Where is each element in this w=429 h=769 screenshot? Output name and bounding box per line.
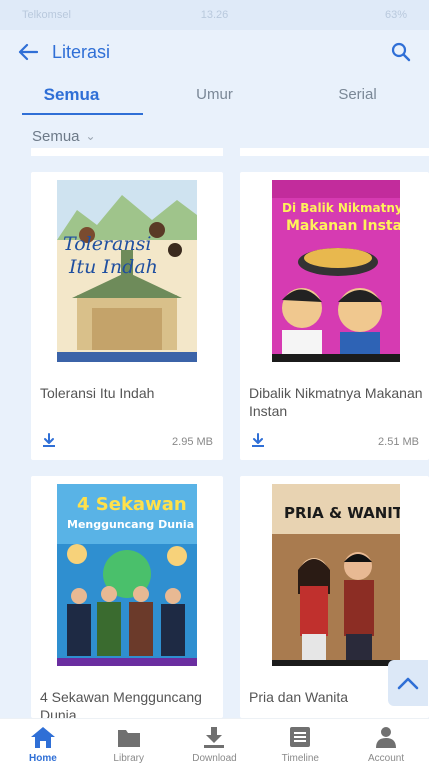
nav-label: Library — [113, 753, 144, 764]
cover-title-line: Mengguncang Dunia — [67, 518, 194, 531]
nav-label: Download — [192, 753, 237, 764]
nav-label: Home — [29, 753, 57, 764]
chevron-up-icon — [397, 677, 419, 690]
home-icon — [30, 727, 55, 748]
book-card[interactable]: Di Balik Nikmatnya Makanan Instan Dibali… — [240, 172, 429, 460]
book-card[interactable]: Toleransi Itu Indah Toleransi Itu Indah … — [31, 172, 223, 460]
card-stub — [31, 148, 223, 156]
tab-umur[interactable]: Umur — [143, 76, 286, 116]
book-cover: PRIA & WANITA — [272, 484, 400, 666]
cover-title-line: Itu Indah — [68, 256, 158, 278]
clock: 13.26 — [200, 9, 229, 21]
download-icon[interactable] — [41, 432, 57, 448]
back-button[interactable] — [14, 38, 42, 66]
file-size: 2.51 MB — [378, 436, 419, 448]
filter-label: Semua — [32, 127, 80, 145]
bottom-nav: Home Library Download Timeline Account — [0, 718, 429, 769]
tab-serial[interactable]: Serial — [286, 76, 429, 116]
battery-label: 63% — [384, 9, 407, 21]
book-cover: Toleransi Itu Indah — [57, 180, 197, 362]
filter-dropdown[interactable]: Semua ⌄ — [32, 124, 96, 148]
nav-home[interactable]: Home — [0, 719, 86, 769]
download-icon[interactable] — [250, 432, 266, 448]
tab-bar: Semua Umur Serial — [0, 76, 429, 116]
nav-library[interactable]: Library — [86, 719, 172, 769]
book-cover: Di Balik Nikmatnya Makanan Instan — [272, 180, 400, 362]
file-size: 2.95 MB — [172, 436, 213, 448]
book-title: Toleransi Itu Indah — [40, 385, 155, 401]
list-icon — [290, 727, 311, 747]
book-title: Dibalik Nikmatnya Makanan Instan — [249, 385, 423, 419]
cover-title-line: 4 Sekawan — [77, 494, 187, 515]
scroll-to-top-button[interactable] — [388, 660, 428, 706]
download-icon — [204, 727, 225, 748]
nav-label: Account — [368, 753, 405, 764]
app-bar: Literasi — [0, 30, 429, 74]
nav-download[interactable]: Download — [172, 719, 258, 769]
arrow-left-icon — [18, 43, 38, 61]
nav-timeline[interactable]: Timeline — [257, 719, 343, 769]
person-icon — [376, 727, 397, 748]
book-cover: 4 Sekawan Mengguncang Dunia — [57, 484, 197, 666]
search-button[interactable] — [387, 38, 415, 66]
tab-semua[interactable]: Semua — [0, 76, 143, 116]
page-title: Literasi — [52, 41, 111, 62]
nav-account[interactable]: Account — [343, 719, 429, 769]
chevron-down-icon: ⌄ — [85, 129, 96, 143]
cover-title-line: PRIA & WANITA — [284, 504, 400, 522]
cover-title-line: Makanan Instan — [286, 218, 400, 234]
cover-title-line: Toleransi — [63, 233, 151, 255]
status-bar: Telkomsel 13.26 63% — [0, 0, 429, 30]
nav-label: Timeline — [281, 753, 319, 764]
folder-icon — [117, 730, 140, 747]
cover-title-line: Di Balik Nikmatnya — [282, 201, 400, 215]
search-icon — [391, 42, 411, 62]
book-card[interactable]: 4 Sekawan Mengguncang Dunia 4 Sekawan Me… — [31, 476, 223, 723]
card-stub — [240, 148, 429, 156]
carrier-label: Telkomsel — [22, 9, 71, 21]
